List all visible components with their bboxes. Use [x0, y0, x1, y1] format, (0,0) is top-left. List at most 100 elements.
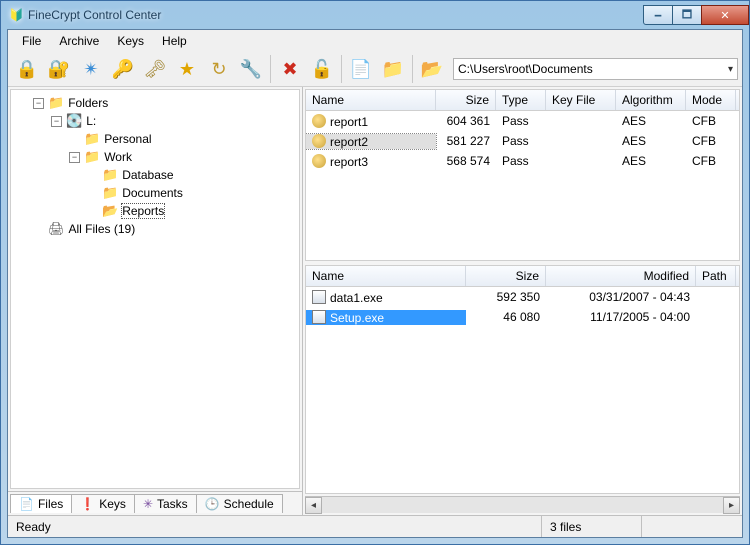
- tree-label: Reports: [122, 204, 164, 218]
- wrench-icon[interactable]: 🔧: [236, 54, 266, 84]
- tree-work[interactable]: − 📁 Work: [15, 148, 295, 166]
- table-row[interactable]: Setup.exe46 08011/17/2005 - 04:00: [306, 307, 739, 327]
- spacer: [87, 170, 98, 181]
- col-mode[interactable]: Mode: [686, 90, 736, 110]
- refresh-icon[interactable]: ↻: [204, 54, 234, 84]
- left-pane: − 📁 Folders − 💽 L: 📁 Personal: [8, 87, 303, 515]
- tree-label: Folders: [68, 96, 108, 110]
- tree-reports[interactable]: 📂 Reports: [15, 202, 295, 220]
- folder-icon: 📁: [48, 95, 64, 111]
- menu-archive[interactable]: Archive: [51, 32, 107, 50]
- col-name[interactable]: Name: [306, 266, 466, 286]
- col-modified[interactable]: Modified: [546, 266, 696, 286]
- folder-tree[interactable]: − 📁 Folders − 💽 L: 📁 Personal: [10, 89, 300, 489]
- tab-tasks[interactable]: ✳ Tasks: [134, 494, 197, 513]
- cell-name: Setup.exe: [306, 310, 466, 325]
- tab-keys[interactable]: ❗ Keys: [71, 494, 135, 513]
- source-files-grid: Name Size Modified Path data1.exe592 350…: [305, 265, 740, 494]
- chevron-down-icon: ▾: [728, 64, 733, 75]
- tab-files[interactable]: 📄 Files: [10, 494, 72, 513]
- toolbar-separator: [341, 55, 342, 83]
- encrypted-files-grid: Name Size Type Key File Algorithm Mode r…: [305, 89, 740, 261]
- tree-label: Database: [122, 168, 173, 182]
- maximize-button[interactable]: 🗖: [672, 5, 702, 25]
- grid-header: Name Size Modified Path: [306, 266, 739, 287]
- cell-size: 581 227: [436, 134, 496, 148]
- col-name[interactable]: Name: [306, 90, 436, 110]
- star-icon[interactable]: ★: [172, 54, 202, 84]
- cell-name: report1: [306, 114, 436, 129]
- tab-label: Schedule: [224, 497, 274, 511]
- tasks-icon: ✳: [143, 497, 153, 511]
- move-icon[interactable]: 📁: [378, 54, 408, 84]
- folder-open-icon: 📂: [102, 203, 118, 219]
- grid-body[interactable]: report1604 361PassAESCFBreport2581 227Pa…: [306, 111, 739, 260]
- table-row[interactable]: report3568 574PassAESCFB: [306, 151, 739, 171]
- report-icon: [312, 114, 326, 128]
- tree-database[interactable]: 📁 Database: [15, 166, 295, 184]
- minimize-button[interactable]: 🗕: [643, 5, 673, 25]
- title-bar[interactable]: 🔰 FineCrypt Control Center 🗕 🗖 ✕: [1, 1, 749, 29]
- table-row[interactable]: report1604 361PassAESCFB: [306, 111, 739, 131]
- menu-help[interactable]: Help: [154, 32, 195, 50]
- cell-name: data1.exe: [306, 290, 466, 305]
- col-size[interactable]: Size: [466, 266, 546, 286]
- cell-type: Pass: [496, 114, 546, 128]
- table-row[interactable]: report2581 227PassAESCFB: [306, 131, 739, 151]
- window-frame: 🔰 FineCrypt Control Center 🗕 🗖 ✕ File Ar…: [0, 0, 750, 545]
- cell-size: 568 574: [436, 154, 496, 168]
- cell-name: report3: [306, 154, 436, 169]
- cell-modified: 11/17/2005 - 04:00: [546, 310, 696, 324]
- tab-label: Files: [38, 497, 63, 511]
- lock1-icon[interactable]: 🔒: [12, 54, 42, 84]
- toolbar-separator: [412, 55, 413, 83]
- table-row[interactable]: data1.exe592 35003/31/2007 - 04:43: [306, 287, 739, 307]
- col-path[interactable]: Path: [696, 266, 736, 286]
- close-button[interactable]: ✕: [701, 5, 749, 25]
- toolbar: 🔒🔐✴🔑🗝★↻🔧 ✖🔓 📄📁 📂 C:\Users\root\Documents ▾: [8, 52, 742, 87]
- exe-icon: [312, 310, 326, 324]
- grid-header: Name Size Type Key File Algorithm Mode: [306, 90, 739, 111]
- tab-schedule[interactable]: 🕒 Schedule: [196, 494, 283, 513]
- tab-label: Keys: [99, 497, 126, 511]
- app-icon: 🔰: [9, 8, 24, 22]
- tree-label: Personal: [104, 132, 151, 146]
- collapse-icon[interactable]: −: [33, 98, 44, 109]
- path-combobox[interactable]: C:\Users\root\Documents ▾: [453, 58, 738, 80]
- gear-icon[interactable]: ✴: [76, 54, 106, 84]
- cell-modified: 03/31/2007 - 04:43: [546, 290, 696, 304]
- horizontal-scrollbar[interactable]: ◂ ▸: [305, 496, 740, 513]
- tree-personal[interactable]: 📁 Personal: [15, 130, 295, 148]
- col-type[interactable]: Type: [496, 90, 546, 110]
- menu-keys[interactable]: Keys: [109, 32, 152, 50]
- tree-drive[interactable]: − 💽 L:: [15, 112, 295, 130]
- copy-icon[interactable]: 📄: [346, 54, 376, 84]
- scroll-right-icon[interactable]: ▸: [723, 497, 740, 514]
- lock2-icon[interactable]: 🔐: [44, 54, 74, 84]
- collapse-icon[interactable]: −: [51, 116, 62, 127]
- delete-icon[interactable]: ✖: [275, 54, 305, 84]
- tree-root[interactable]: − 📁 Folders: [15, 94, 295, 112]
- left-tabs: 📄 Files ❗ Keys ✳ Tasks 🕒 Schedule: [8, 491, 302, 515]
- cell-type: Pass: [496, 134, 546, 148]
- tree-allfiles[interactable]: 🖨 All Files (19): [15, 220, 295, 238]
- col-keyfile[interactable]: Key File: [546, 90, 616, 110]
- window-title: FineCrypt Control Center: [28, 8, 161, 22]
- key-icon[interactable]: 🔑: [108, 54, 138, 84]
- status-count: 3 files: [542, 516, 642, 537]
- menu-file[interactable]: File: [14, 32, 49, 50]
- right-pane: Name Size Type Key File Algorithm Mode r…: [303, 87, 742, 515]
- scroll-left-icon[interactable]: ◂: [305, 497, 322, 514]
- tree-documents[interactable]: 📁 Documents: [15, 184, 295, 202]
- collapse-icon[interactable]: −: [69, 152, 80, 163]
- col-size[interactable]: Size: [436, 90, 496, 110]
- clock-icon: 🕒: [205, 497, 220, 511]
- tree-label: Documents: [122, 186, 183, 200]
- toolbar-separator: [270, 55, 271, 83]
- grid-body[interactable]: data1.exe592 35003/31/2007 - 04:43Setup.…: [306, 287, 739, 493]
- secure-folder-icon[interactable]: 🔓: [307, 54, 337, 84]
- col-algorithm[interactable]: Algorithm: [616, 90, 686, 110]
- status-spare: [642, 516, 742, 537]
- keys-icon[interactable]: 🗝: [140, 54, 170, 84]
- open-folder-icon[interactable]: 📂: [417, 54, 447, 84]
